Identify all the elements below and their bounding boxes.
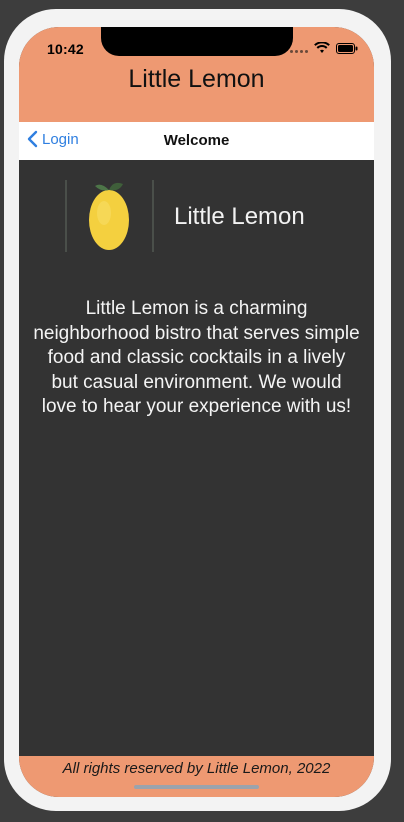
status-time: 10:42 <box>47 41 84 57</box>
logo-image <box>65 180 155 252</box>
navigation-bar: Login Welcome <box>19 122 374 160</box>
app-title: Little Lemon <box>128 65 265 93</box>
device-notch <box>101 27 293 56</box>
status-icons <box>290 42 358 54</box>
signal-icon <box>290 43 308 53</box>
footer-copyright: All rights reserved by Little Lemon, 202… <box>62 760 331 777</box>
logo-brand-text: Little Lemon <box>174 203 305 230</box>
phone-screen: 10:42 Little Lemon Login Welcome Little … <box>19 27 374 797</box>
home-indicator[interactable] <box>134 785 259 789</box>
lemon-icon <box>65 180 154 252</box>
wifi-icon <box>314 42 330 53</box>
nav-title: Welcome <box>163 132 230 149</box>
battery-icon <box>336 42 358 54</box>
welcome-description: Little Lemon is a charming neighborhood … <box>33 298 360 417</box>
page-canvas: 10:42 Little Lemon Login Welcome Little … <box>0 0 404 822</box>
app-header: 10:42 Little Lemon <box>19 27 374 122</box>
app-footer: All rights reserved by Little Lemon, 202… <box>19 756 374 797</box>
